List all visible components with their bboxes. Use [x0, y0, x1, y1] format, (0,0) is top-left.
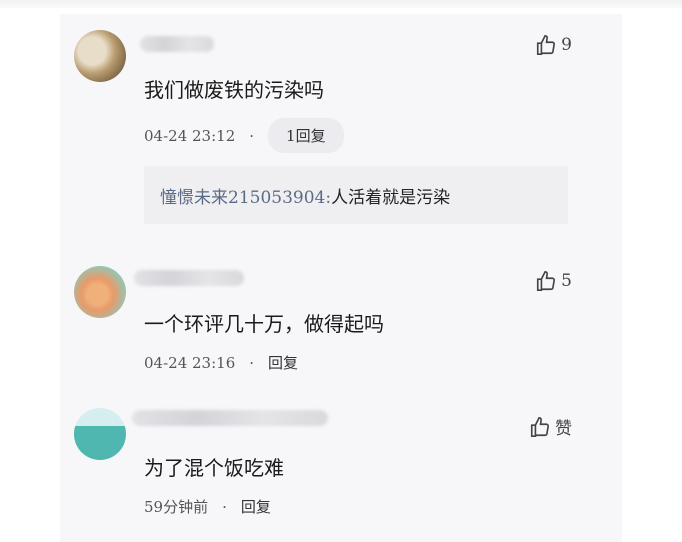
- like-button[interactable]: 赞: [529, 414, 572, 439]
- username-blurred[interactable]: [132, 410, 328, 426]
- avatar[interactable]: [74, 266, 126, 318]
- replies-button[interactable]: 1回复: [268, 118, 344, 153]
- separator: ·: [249, 353, 255, 372]
- timestamp: 04-24 23:12: [144, 126, 236, 145]
- comment-text: 一个环评几十万，做得起吗: [144, 312, 384, 336]
- comment-meta: 59分钟前 · 回复: [144, 496, 271, 517]
- like-count: 5: [561, 271, 572, 291]
- like-button[interactable]: 5: [535, 270, 572, 292]
- comment-text: 我们做废铁的污染吗: [144, 78, 324, 102]
- timestamp: 59分钟前: [144, 498, 209, 516]
- comments-panel: 9 我们做废铁的污染吗 04-24 23:12 · 1回复 憧憬未来215053…: [60, 14, 622, 542]
- timestamp: 04-24 23:16: [144, 353, 236, 372]
- separator: ·: [222, 497, 227, 516]
- avatar[interactable]: [74, 408, 126, 460]
- thumbs-up-icon: [530, 416, 550, 437]
- thumbs-up-icon: [537, 35, 556, 55]
- reply-preview[interactable]: 憧憬未来215053904: 人活着就是污染: [144, 166, 568, 224]
- reply-author[interactable]: 憧憬未来215053904:: [160, 183, 331, 208]
- like-label: 赞: [555, 419, 572, 439]
- like-button[interactable]: 9: [535, 34, 572, 56]
- username-blurred[interactable]: [140, 36, 214, 52]
- reply-text: 人活着就是污染: [331, 187, 451, 208]
- like-count: 9: [561, 35, 572, 55]
- thumbs-up-icon: [537, 271, 556, 291]
- username-blurred[interactable]: [134, 270, 244, 286]
- comment-text: 为了混个饭吃难: [144, 456, 284, 480]
- top-edge: [0, 0, 682, 8]
- avatar[interactable]: [74, 30, 126, 82]
- comment-meta: 04-24 23:16 · 回复: [144, 352, 298, 373]
- separator: ·: [249, 126, 255, 145]
- comment-meta: 04-24 23:12 · 1回复: [144, 118, 344, 153]
- reply-button[interactable]: 回复: [268, 352, 298, 373]
- reply-button[interactable]: 回复: [241, 496, 271, 517]
